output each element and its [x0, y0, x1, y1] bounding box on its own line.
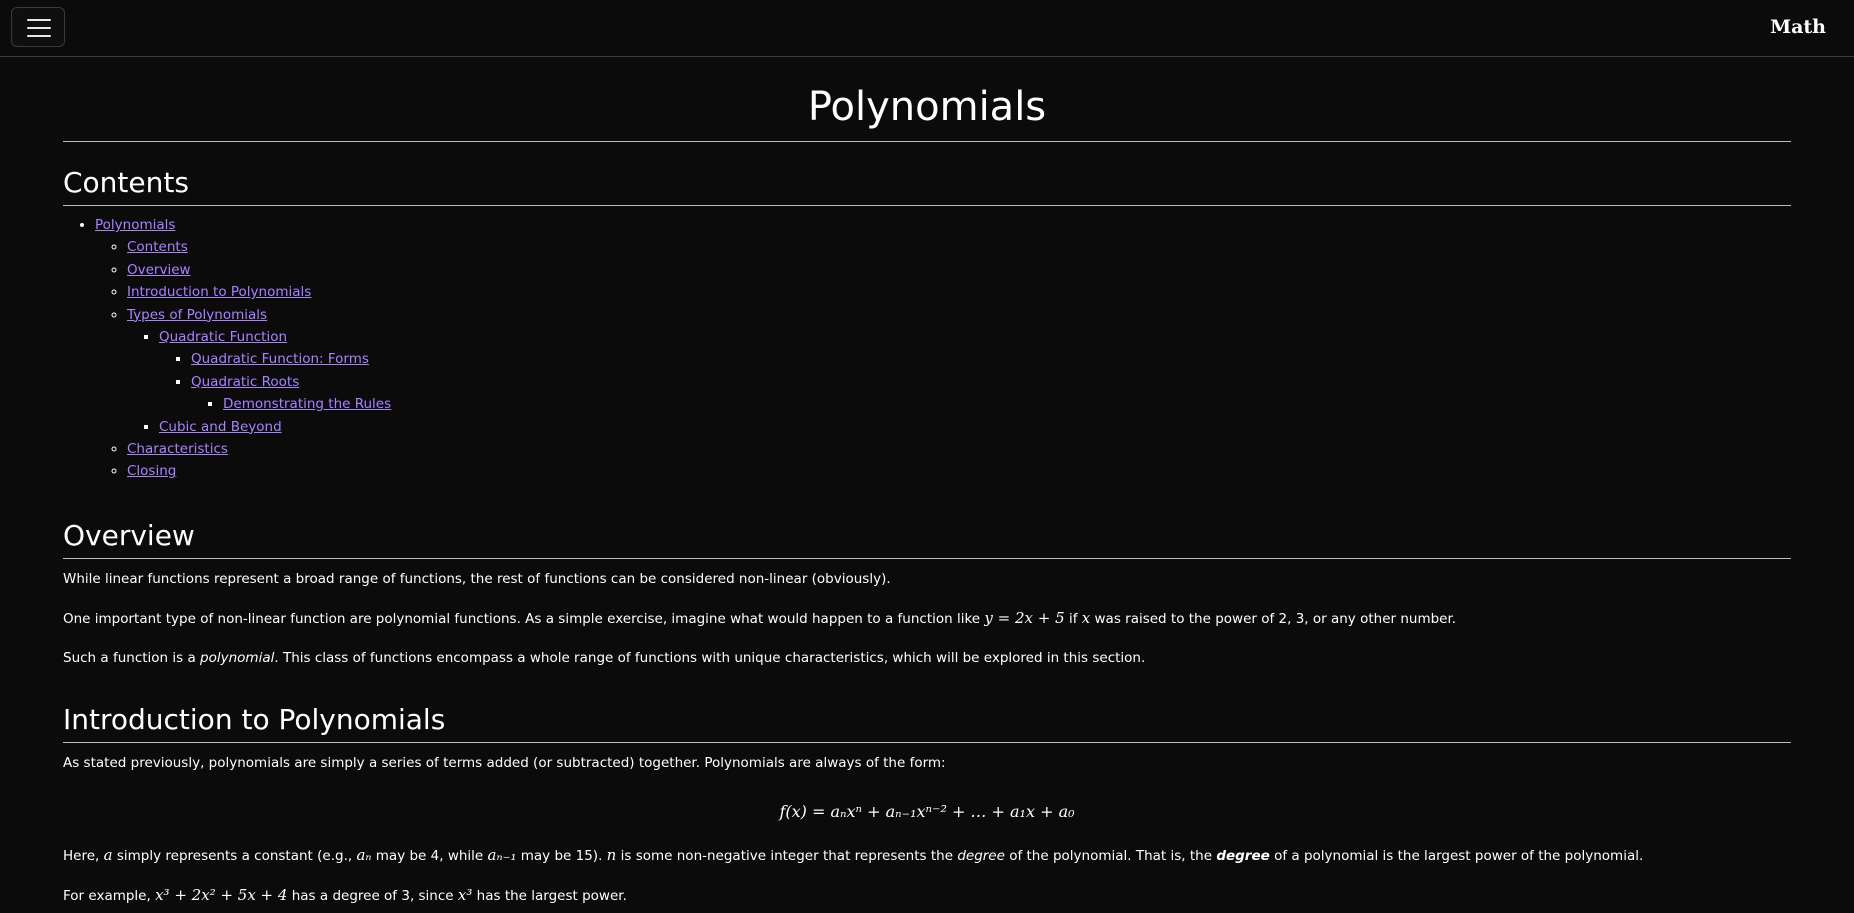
text: may be 4, while [371, 847, 488, 864]
page-title: Polynomials [63, 82, 1791, 142]
toc-link-closing[interactable]: Closing [127, 463, 176, 479]
toc-link-contents[interactable]: Contents [127, 239, 188, 255]
emphasis-bold: degree [1216, 847, 1270, 864]
toc-link-characteristics[interactable]: Characteristics [127, 441, 228, 457]
math-inline: y = 2x + 5 [984, 608, 1065, 627]
toc-item: Closing [127, 460, 1791, 482]
overview-heading: Overview [63, 518, 1791, 559]
text: is some non-negative integer that repres… [616, 847, 958, 864]
intro-paragraph: For example, x³ + 2x² + 5x + 4 has a deg… [63, 885, 1791, 906]
toc-item: Cubic and Beyond [159, 416, 1791, 438]
intro-paragraph: Here, a simply represents a constant (e.… [63, 845, 1791, 866]
text: simply represents a constant (e.g., [112, 847, 357, 864]
toc-link-intro[interactable]: Introduction to Polynomials [127, 284, 311, 300]
overview-paragraph: One important type of non-linear functio… [63, 608, 1791, 629]
emphasis: degree [957, 847, 1005, 864]
emphasis: polynomial [200, 649, 275, 666]
toc-item: Polynomials Contents Overview Introducti… [95, 214, 1791, 483]
table-of-contents: Polynomials Contents Overview Introducti… [63, 214, 1791, 483]
top-navbar: Math [0, 0, 1854, 57]
toc-item: Overview [127, 259, 1791, 281]
text: Here, [63, 847, 104, 864]
polynomial-formula: f(x) = aₙxⁿ + aₙ₋₁xⁿ⁻² + … + a₁x + a₀ [779, 801, 1075, 821]
math-inline: x³ [457, 885, 473, 904]
hamburger-line [27, 19, 51, 21]
math-inline: a [103, 845, 113, 864]
intro-paragraph: As stated previously, polynomials are si… [63, 754, 946, 771]
toc-item: Introduction to Polynomials [127, 281, 1791, 303]
text: . This class of functions encompass a wh… [274, 649, 1146, 666]
toc-link-quadratic[interactable]: Quadratic Function [159, 329, 287, 345]
main-content: Polynomials Contents Polynomials Content… [63, 57, 1791, 906]
toc-item: Characteristics [127, 438, 1791, 460]
toc-item: Types of Polynomials Quadratic Function … [127, 304, 1791, 438]
toc-link-polynomials[interactable]: Polynomials [95, 217, 175, 233]
toc-link-quadratic-forms[interactable]: Quadratic Function: Forms [191, 351, 369, 367]
math-inline: aₙ [356, 845, 372, 864]
toc-link-quadratic-roots[interactable]: Quadratic Roots [191, 374, 299, 390]
text: was raised to the power of 2, 3, or any … [1090, 610, 1457, 627]
text: has a degree of 3, since [287, 887, 458, 904]
intro-heading: Introduction to Polynomials [63, 702, 1791, 743]
text: has the largest power. [472, 887, 627, 904]
hamburger-line [27, 27, 51, 29]
toc-link-overview[interactable]: Overview [127, 262, 191, 278]
text: For example, [63, 887, 156, 904]
math-inline: x [1081, 608, 1091, 627]
brand-title[interactable]: Math [1770, 16, 1826, 38]
text: of the polynomial. That is, the [1004, 847, 1217, 864]
hamburger-icon[interactable] [11, 7, 65, 47]
overview-paragraph: Such a function is a polynomial. This cl… [63, 648, 1791, 668]
text: of a polynomial is the largest power of … [1269, 847, 1644, 864]
toc-item: Quadratic Function: Forms [191, 348, 1791, 370]
overview-paragraph: While linear functions represent a broad… [63, 570, 891, 587]
math-inline: aₙ₋₁ [487, 845, 517, 864]
text: if [1064, 610, 1082, 627]
hamburger-line [27, 35, 51, 37]
toc-item: Quadratic Roots Demonstrating the Rules [191, 371, 1791, 416]
text: One important type of non-linear functio… [63, 610, 985, 627]
math-inline: n [606, 845, 617, 864]
toc-item: Demonstrating the Rules [223, 393, 1791, 415]
toc-item: Quadratic Function Quadratic Function: F… [159, 326, 1791, 416]
text: may be 15). [516, 847, 607, 864]
toc-link-cubic[interactable]: Cubic and Beyond [159, 419, 282, 435]
text: Such a function is a [63, 649, 201, 666]
toc-link-types[interactable]: Types of Polynomials [127, 307, 267, 323]
contents-heading: Contents [63, 165, 1791, 206]
math-inline: x³ + 2x² + 5x + 4 [155, 885, 288, 904]
toc-item: Contents [127, 236, 1791, 258]
toc-link-demonstrating[interactable]: Demonstrating the Rules [223, 396, 391, 412]
